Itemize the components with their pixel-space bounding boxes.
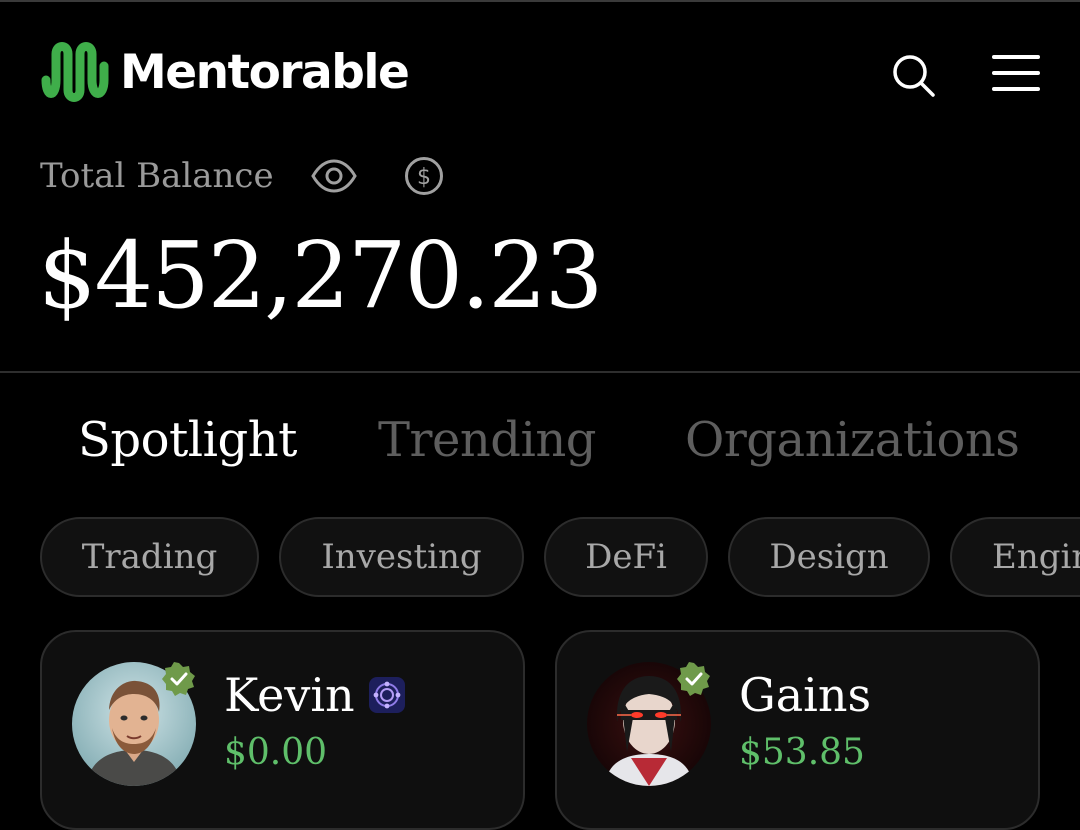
total-balance-value: $452,270.23 <box>38 222 603 329</box>
section-divider <box>0 371 1080 373</box>
search-button[interactable] <box>888 50 938 100</box>
creator-amount: $0.00 <box>224 732 328 773</box>
creator-name: Kevin <box>224 668 355 722</box>
creator-card[interactable]: Gains $53.85 <box>555 630 1040 830</box>
organization-badge-icon <box>369 677 405 713</box>
mentorable-logo-icon <box>41 42 109 102</box>
balance-label: Total Balance <box>40 156 274 196</box>
chip-defi[interactable]: DeFi <box>544 517 708 597</box>
eye-icon[interactable] <box>310 158 358 194</box>
menu-button[interactable] <box>990 50 1042 96</box>
brand-logo[interactable]: Mentorable <box>40 40 410 104</box>
search-icon <box>893 55 935 97</box>
tab-trending[interactable]: Trending <box>378 412 597 468</box>
chip-engineering[interactable]: Engin <box>950 517 1080 597</box>
hamburger-menu-icon <box>992 55 1040 91</box>
balance-header: Total Balance $ <box>40 156 444 196</box>
creator-name: Gains <box>739 668 872 722</box>
creator-card[interactable]: Kevin $0.00 <box>40 630 525 830</box>
svg-text:$: $ <box>417 165 431 190</box>
chip-trading[interactable]: Trading <box>40 517 259 597</box>
tab-spotlight[interactable]: Spotlight <box>78 412 297 468</box>
top-border <box>0 0 1080 2</box>
verified-badge-icon <box>162 662 195 696</box>
chip-investing[interactable]: Investing <box>279 517 524 597</box>
creator-amount: $53.85 <box>739 732 865 773</box>
brand-name: Mentorable <box>120 44 410 100</box>
chip-design[interactable]: Design <box>728 517 930 597</box>
tab-organizations[interactable]: Organizations <box>685 412 1020 468</box>
verified-badge-icon <box>677 662 710 696</box>
currency-dollar-icon[interactable]: $ <box>404 156 444 196</box>
